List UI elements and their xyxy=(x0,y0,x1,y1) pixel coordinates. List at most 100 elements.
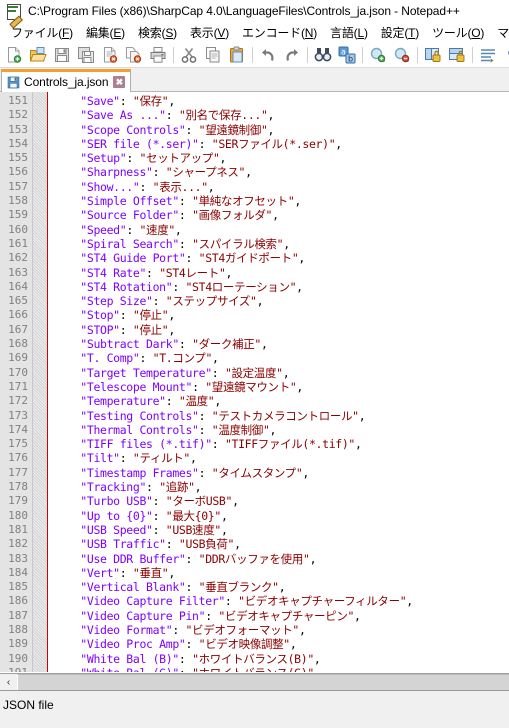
sync-horizontal-scroll-icon[interactable] xyxy=(445,43,469,67)
code-view[interactable]: "Save": "保存", "Save As ...": "別名で保存...",… xyxy=(47,92,509,672)
code-line[interactable]: "USB Traffic": "USB負荷", xyxy=(47,537,509,551)
code-line[interactable]: "Telescope Mount": "望遠鏡マウント", xyxy=(47,380,509,394)
cut-icon[interactable] xyxy=(177,43,201,67)
close-file-icon[interactable] xyxy=(98,43,122,67)
undo-icon[interactable] xyxy=(256,43,280,67)
menu-paren-settings: ) xyxy=(415,25,420,40)
code-line[interactable]: "Stop": "停止", xyxy=(47,308,509,322)
code-line[interactable]: "Step Size": "ステップサイズ", xyxy=(47,294,509,308)
notepad-plus-plus-icon xyxy=(6,3,23,29)
open-file-icon[interactable] xyxy=(26,43,50,67)
code-line[interactable]: "White Bal (G)": "ホワイトバランス(G)", xyxy=(47,666,509,672)
code-line[interactable]: "STOP": "停止", xyxy=(47,323,509,337)
horizontal-scroll-track[interactable] xyxy=(17,674,509,690)
menu-item-encoding[interactable]: エンコード(N) xyxy=(236,23,324,42)
show-all-characters-icon[interactable]: ¶ xyxy=(500,43,509,67)
find-icon[interactable] xyxy=(311,43,335,67)
code-line[interactable]: "ST4 Rate": "ST4レート", xyxy=(47,266,509,280)
print-icon[interactable] xyxy=(146,43,170,67)
code-token: "Temperature" xyxy=(80,394,166,409)
zoom-in-icon[interactable] xyxy=(366,43,390,67)
code-line[interactable]: "Source Folder": "画像フォルダ", xyxy=(47,208,509,222)
menu-item-macro[interactable]: マクロ(M) xyxy=(491,23,509,42)
save-icon[interactable] xyxy=(50,43,74,67)
code-token: : xyxy=(185,551,199,566)
code-line[interactable]: "Up to {0}": "最大{0}", xyxy=(47,509,509,523)
close-all-icon[interactable] xyxy=(122,43,146,67)
replace-icon[interactable]: a b xyxy=(335,43,359,67)
code-token: : xyxy=(139,179,153,194)
code-token: , xyxy=(168,94,175,108)
code-line[interactable]: "Video Capture Pin": "ビデオキャプチャーピン", xyxy=(47,609,509,623)
new-file-icon[interactable] xyxy=(2,43,26,67)
code-line[interactable]: "Save": "保存", xyxy=(47,94,509,108)
menu-item-tools[interactable]: ツール(O) xyxy=(426,23,491,42)
menu-item-search[interactable]: 検索(S) xyxy=(132,23,184,42)
code-token: : xyxy=(185,637,199,652)
code-line[interactable]: "TIFF files (*.tif)": "TIFFファイル(*.tif)", xyxy=(47,437,509,451)
code-token: , xyxy=(245,165,252,180)
code-line[interactable]: "Target Temperature": "設定温度", xyxy=(47,366,509,380)
code-line[interactable]: "Spiral Search": "スパイラル検索", xyxy=(47,237,509,251)
code-line[interactable]: "Simple Offset": "単純なオフセット", xyxy=(47,194,509,208)
code-line[interactable]: "Vert": "垂直", xyxy=(47,566,509,580)
code-line[interactable]: "Timestamp Frames": "タイムスタンプ", xyxy=(47,466,509,480)
close-icon[interactable]: ✖ xyxy=(113,76,126,88)
paste-icon[interactable] xyxy=(225,43,249,67)
code-token: "ST4 Rotation" xyxy=(80,279,173,294)
line-number-gutter: 151 152 153 154 155 156 157 158 159 160 161 162 163 1… xyxy=(0,92,33,672)
code-line[interactable]: "USB Speed": "USB速度", xyxy=(47,523,509,537)
code-line[interactable]: "Turbo USB": "ターボUSB", xyxy=(47,494,509,508)
code-token: "Tracking" xyxy=(80,480,147,495)
menu-item-settings[interactable]: 設定(T) xyxy=(375,23,426,42)
line-number: 170 xyxy=(8,365,28,379)
menu-item-view[interactable]: 表示(V) xyxy=(184,23,236,42)
code-line[interactable]: "Testing Controls": "テストカメラコントロール", xyxy=(47,409,509,423)
code-line[interactable]: "T. Comp": "T.コンプ", xyxy=(47,351,509,365)
code-line[interactable]: "ST4 Rotation": "ST4ローテーション", xyxy=(47,280,509,294)
code-line[interactable]: "Tracking": "追跡", xyxy=(47,480,509,494)
code-line[interactable]: "Video Proc Amp": "ビデオ映像調整", xyxy=(47,637,509,651)
code-token: "Testing Controls" xyxy=(80,408,199,423)
menu-item-edit[interactable]: 編集(E) xyxy=(80,23,132,42)
code-line[interactable]: "Setup": "セットアップ", xyxy=(47,151,509,165)
horizontal-scrollbar[interactable]: ‹ xyxy=(0,673,509,690)
menu-item-language[interactable]: 言語(L) xyxy=(324,23,375,42)
code-line[interactable]: "Thermal Controls": "温度制御", xyxy=(47,423,509,437)
code-line[interactable]: "Save As ...": "別名で保存...", xyxy=(47,108,509,122)
code-token: : xyxy=(119,565,133,580)
code-line[interactable]: "SER file (*.ser)": "SERファイル(*.ser)", xyxy=(47,137,509,151)
tab-controls-ja-json[interactable]: Controls_ja.json ✖ xyxy=(1,69,132,92)
code-line[interactable]: "Use DDR Buffer": "DDRバッファを使用", xyxy=(47,552,509,566)
scroll-left-icon[interactable]: ‹ xyxy=(0,674,17,690)
code-token: "望遠鏡マウント" xyxy=(205,379,297,394)
code-line[interactable]: "ST4 Guide Port": "ST4ガイドポート", xyxy=(47,251,509,265)
code-token: "ビデオキャプチャーフィルター" xyxy=(238,594,407,609)
save-all-icon[interactable] xyxy=(74,43,98,67)
menu-label-settings: 設定( xyxy=(380,25,409,40)
sync-vertical-scroll-icon[interactable] xyxy=(421,43,445,67)
code-line[interactable]: "Temperature": "温度", xyxy=(47,394,509,408)
word-wrap-icon[interactable] xyxy=(476,43,500,67)
save-icon xyxy=(7,76,20,89)
fold-margin[interactable] xyxy=(33,92,47,672)
zoom-out-icon[interactable] xyxy=(390,43,414,67)
code-line[interactable]: "Vertical Blank": "垂直ブランク", xyxy=(47,580,509,594)
code-line[interactable]: "Speed": "速度", xyxy=(47,223,509,237)
editor-area[interactable]: 151 152 153 154 155 156 157 158 159 160 161 162 163 1… xyxy=(0,92,509,673)
code-line[interactable]: "Sharpness": "シャープネス", xyxy=(47,165,509,179)
code-line[interactable]: "Subtract Dark": "ダーク補正", xyxy=(47,337,509,351)
line-number: 161 xyxy=(8,236,28,250)
code-line[interactable]: "Scope Controls": "望遠鏡制御", xyxy=(47,123,509,137)
code-line[interactable]: "Tilt": "ティルト", xyxy=(47,451,509,465)
copy-icon[interactable] xyxy=(201,43,225,67)
code-token: "White Bal (B)" xyxy=(80,651,179,666)
code-line[interactable]: "Video Capture Filter": "ビデオキャプチャーフィルター"… xyxy=(47,594,509,608)
code-line[interactable]: "White Bal (B)": "ホワイトバランス(B)", xyxy=(47,652,509,666)
code-line[interactable]: "Show...": "表示...", xyxy=(47,180,509,194)
code-line[interactable]: "Video Format": "ビデオフォーマット", xyxy=(47,623,509,637)
redo-icon[interactable] xyxy=(280,43,304,67)
